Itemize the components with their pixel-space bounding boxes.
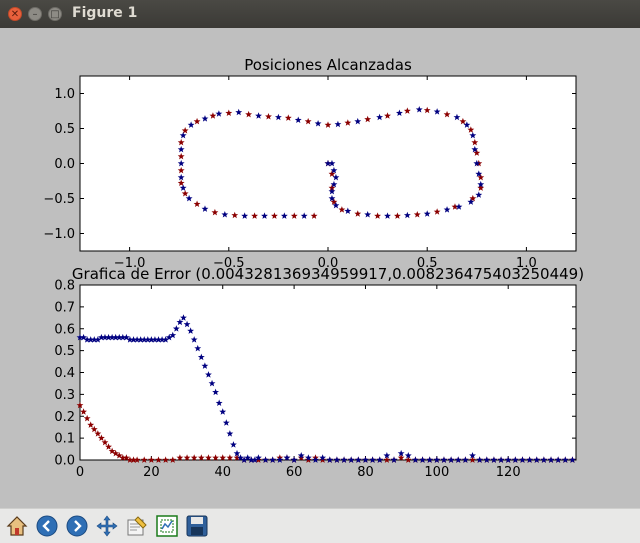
figure-svg: Posiciones Alcanzadas −1.0 −0.5 0.0 0.5 1.0 1… — [43, 56, 584, 480]
zoom-button[interactable] — [124, 513, 150, 539]
error-plot-area — [79, 284, 577, 461]
forward-icon — [66, 515, 88, 537]
error-xtick-label: 120 — [496, 465, 521, 480]
zoom-icon — [127, 516, 147, 536]
error-xtick-label: 40 — [214, 465, 231, 480]
positions-ytick-label: 0.5 — [54, 122, 75, 137]
positions-chart-title: Posiciones Alcanzadas — [244, 56, 412, 74]
save-icon — [186, 515, 208, 537]
error-ytick-label: 0.5 — [54, 344, 75, 359]
home-button[interactable] — [4, 513, 30, 539]
positions-ytick-label: 0.0 — [54, 157, 75, 172]
pan-icon — [96, 515, 118, 537]
error-xtick-label: 0 — [76, 465, 84, 480]
positions-ytick-label: −0.5 — [43, 192, 75, 207]
error-axes: Grafica de Error (0.004328136934959917,0… — [54, 265, 584, 480]
error-chart-title: Grafica de Error (0.004328136934959917,0… — [72, 265, 584, 283]
home-icon — [6, 516, 28, 536]
error-ytick-label: 0.8 — [54, 279, 75, 294]
save-button[interactable] — [184, 513, 210, 539]
subplots-icon — [156, 515, 178, 537]
positions-ytick-label: 1.0 — [54, 87, 75, 102]
error-xtick-label: 100 — [424, 465, 449, 480]
error-ytick-label: 0.2 — [54, 410, 75, 425]
error-ytick-label: 0.6 — [54, 322, 75, 337]
window-titlebar: ✕ – □ Figure 1 — [0, 0, 640, 28]
error-xtick-label: 60 — [286, 465, 303, 480]
forward-button[interactable] — [64, 513, 90, 539]
positions-axes: Posiciones Alcanzadas −1.0 −0.5 0.0 0.5 1.01… — [43, 56, 577, 271]
positions-ytick-label: −1.0 — [43, 227, 75, 242]
error-xtick-label: 20 — [143, 465, 160, 480]
back-icon — [36, 515, 58, 537]
error-xtick-label: 80 — [357, 465, 374, 480]
close-window-button[interactable]: ✕ — [8, 7, 22, 21]
maximize-window-button[interactable]: □ — [48, 7, 62, 21]
navigation-toolbar — [0, 508, 640, 543]
minimize-window-button[interactable]: – — [28, 7, 42, 21]
error-ytick-label: 0.1 — [54, 432, 75, 447]
pan-button[interactable] — [94, 513, 120, 539]
error-ytick-label: 0.7 — [54, 300, 75, 315]
error-ytick-label: 0.3 — [54, 388, 75, 403]
subplots-button[interactable] — [154, 513, 180, 539]
error-ytick-label: 0.0 — [54, 454, 75, 469]
back-button[interactable] — [34, 513, 60, 539]
figure-canvas[interactable]: Posiciones Alcanzadas −1.0 −0.5 0.0 0.5 1.0 1… — [0, 28, 640, 508]
error-ytick-label: 0.4 — [54, 366, 75, 381]
window-title: Figure 1 — [72, 5, 138, 21]
